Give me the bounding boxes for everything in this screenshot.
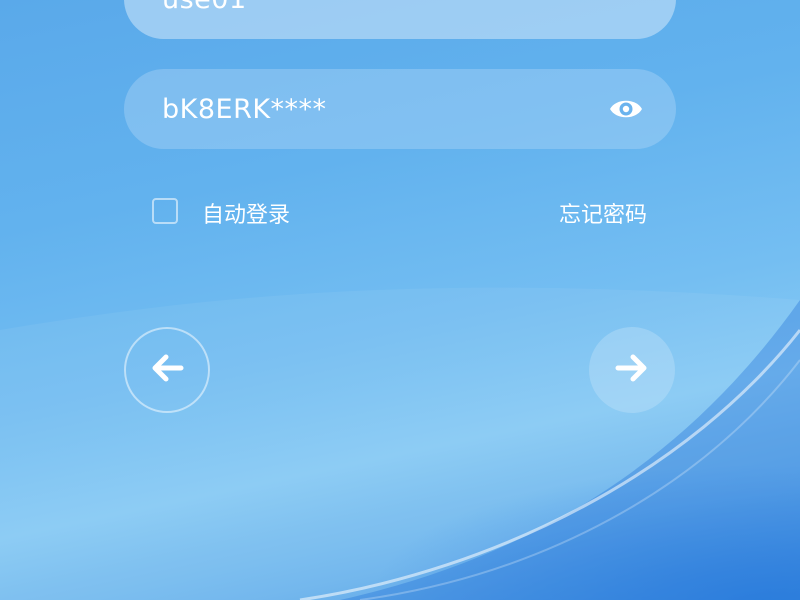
auto-login-checkbox[interactable] [152,198,178,224]
forgot-password-link[interactable]: 忘记密码 [559,197,647,229]
next-button[interactable] [589,327,675,413]
back-button[interactable] [124,327,210,413]
arrow-right-icon [612,348,652,392]
arrow-left-icon [147,348,187,392]
auto-login-label[interactable]: 自动登录 [202,197,290,229]
username-value: use01 [162,0,247,15]
password-field[interactable]: bK8ERK**** [124,69,676,149]
username-field[interactable]: use01 [124,0,676,39]
eye-icon[interactable] [608,95,644,123]
password-value: bK8ERK**** [162,93,327,125]
login-options-row: 自动登录 忘记密码 [152,196,647,228]
